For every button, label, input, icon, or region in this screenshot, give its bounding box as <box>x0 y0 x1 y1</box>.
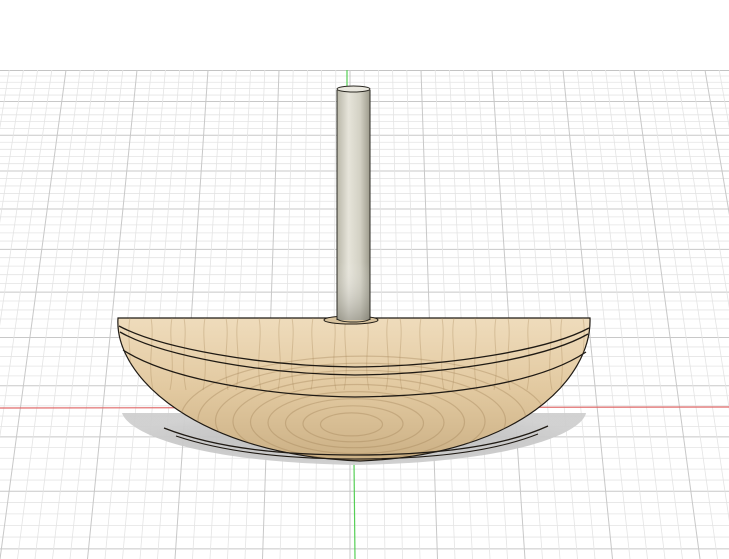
y-axis-line-lower <box>353 461 356 559</box>
dowel-mast[interactable] <box>336 85 371 323</box>
viewport-canvas[interactable] <box>0 0 729 559</box>
3d-viewport[interactable] <box>0 0 729 559</box>
